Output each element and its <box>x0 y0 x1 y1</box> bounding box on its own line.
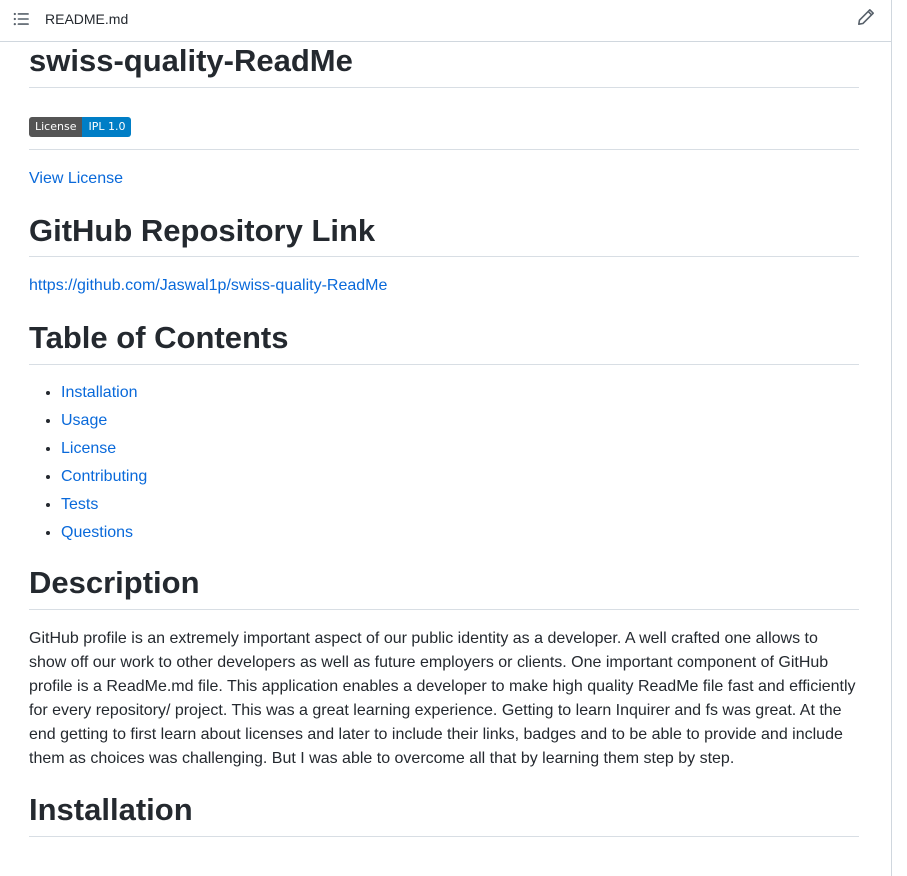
file-name: README.md <box>45 11 129 27</box>
description-line: GitHub profile is an extremely important… <box>29 630 818 647</box>
installation-heading: Installation <box>29 791 859 837</box>
toc-item-installation: Installation <box>61 379 859 407</box>
list-unordered-icon[interactable] <box>12 10 30 28</box>
description-line: show off our work to other developers as… <box>29 654 829 671</box>
repo-url-link[interactable]: https://github.com/Jaswal1p/swiss-qualit… <box>29 277 387 294</box>
toc-link-license[interactable]: License <box>61 440 116 457</box>
toc-list: Installation Usage License Contributing … <box>29 379 859 547</box>
readme-title: swiss-quality-ReadMe <box>29 42 859 88</box>
badge-label: License <box>29 117 83 137</box>
toc-item-license: License <box>61 435 859 463</box>
description-line: for every repository/ project. This was … <box>29 702 842 719</box>
view-license-row: View License <box>29 167 859 191</box>
toc-item-contributing: Contributing <box>61 463 859 491</box>
pencil-icon[interactable] <box>857 8 875 26</box>
view-license-link[interactable]: View License <box>29 170 123 187</box>
toc-link-usage[interactable]: Usage <box>61 412 107 429</box>
toc-item-usage: Usage <box>61 407 859 435</box>
license-badge[interactable]: License IPL 1.0 <box>29 117 132 137</box>
readme-panel: README.md swiss-quality-ReadMe License I… <box>0 0 892 876</box>
badge-row: License IPL 1.0 <box>29 117 859 150</box>
repo-link-row: https://github.com/Jaswal1p/swiss-qualit… <box>29 274 859 298</box>
toc-item-tests: Tests <box>61 491 859 519</box>
description-line: end getting to first learn about license… <box>29 726 843 743</box>
toc-link-questions[interactable]: Questions <box>61 524 133 541</box>
repo-heading: GitHub Repository Link <box>29 212 859 257</box>
file-header-bar: README.md <box>0 0 891 42</box>
toc-link-contributing[interactable]: Contributing <box>61 468 147 485</box>
toc-heading: Table of Contents <box>29 319 859 365</box>
toc-link-installation[interactable]: Installation <box>61 384 138 401</box>
toc-item-questions: Questions <box>61 519 859 547</box>
badge-value: IPL 1.0 <box>82 117 132 137</box>
description-paragraph: GitHub profile is an extremely important… <box>29 627 859 771</box>
description-line: profile is a ReadMe.md file. This applic… <box>29 678 856 695</box>
description-line: them as choices was challenging. But I w… <box>29 750 735 767</box>
description-heading: Description <box>29 564 859 610</box>
toc-link-tests[interactable]: Tests <box>61 496 98 513</box>
markdown-body: swiss-quality-ReadMe License IPL 1.0 Vie… <box>29 42 859 837</box>
